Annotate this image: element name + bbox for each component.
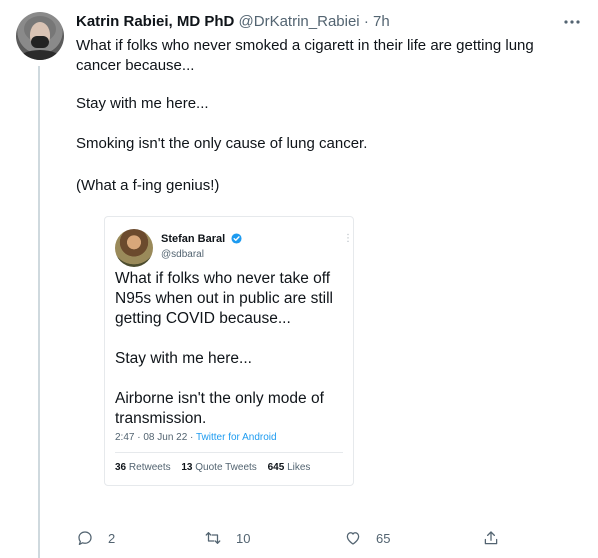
share-icon: [484, 531, 498, 545]
tweet-time[interactable]: 7h: [373, 13, 390, 30]
embedded-author-name: Stefan Baral: [161, 233, 226, 245]
separator-dot: ·: [363, 13, 369, 30]
retweet-icon: [205, 532, 221, 544]
tweet-header: Katrin Rabiei, MD PhD @DrKatrin_Rabiei ·…: [76, 12, 556, 32]
embedded-meta: 2:47 · 08 Jun 22 · Twitter for Android: [115, 432, 277, 443]
retweet-button[interactable]: 10: [204, 526, 250, 550]
embedded-quotes-label: Quote Tweets: [195, 462, 257, 473]
author-handle[interactable]: @DrKatrin_Rabiei: [239, 13, 360, 30]
tweet-actions: 2 10 65: [76, 526, 506, 550]
heart-icon: [346, 532, 360, 545]
embedded-author-avatar: [115, 229, 153, 267]
embedded-stats: 36 Retweets 13 Quote Tweets 645 Likes: [115, 462, 310, 473]
embedded-author-handle: @sdbaral: [161, 249, 204, 260]
embedded-quotes-count: 13: [181, 462, 193, 473]
verified-badge-icon: [231, 233, 242, 244]
embedded-source: Twitter for Android: [195, 432, 277, 443]
author-avatar[interactable]: [16, 12, 64, 60]
tweet-paragraph: Smoking isn't the only cause of lung can…: [76, 135, 368, 152]
embedded-paragraph: What if folks who never take off N95s wh…: [115, 270, 333, 327]
reply-count: 2: [108, 530, 116, 546]
retweet-count: 10: [236, 530, 251, 546]
embedded-retweets-count: 36: [115, 462, 127, 473]
embedded-author-name-row: Stefan Baral: [161, 233, 242, 245]
reply-button[interactable]: 2: [76, 526, 115, 550]
embedded-retweets-label: Retweets: [128, 462, 171, 473]
like-count: 65: [376, 530, 391, 546]
author-name[interactable]: Katrin Rabiei, MD PhD: [76, 13, 234, 30]
reply-icon: [78, 531, 92, 546]
embedded-likes-label: Likes: [287, 462, 311, 473]
tweet-paragraph: Stay with me here...: [76, 95, 209, 112]
like-button[interactable]: 65: [344, 526, 390, 550]
embedded-divider: [115, 452, 343, 453]
thread-line: [38, 66, 40, 558]
embedded-tweet-image[interactable]: Stefan Baral @sdbaral ⋮ What if folks wh…: [104, 216, 354, 486]
embedded-paragraph: Airborne isn't the only mode of transmis…: [115, 390, 324, 427]
embedded-paragraph: Stay with me here...: [115, 350, 252, 367]
tweet-paragraph: What if folks who never smoked a cigaret…: [76, 37, 534, 74]
tweet-paragraph: (What a f-ing genius!): [76, 177, 220, 194]
embedded-timestamp: 2:47 · 08 Jun 22 ·: [115, 432, 196, 443]
share-button[interactable]: [482, 526, 500, 550]
embedded-likes-count: 645: [267, 462, 285, 473]
more-options-icon[interactable]: [562, 12, 582, 32]
embedded-more-icon: ⋮: [343, 233, 353, 244]
